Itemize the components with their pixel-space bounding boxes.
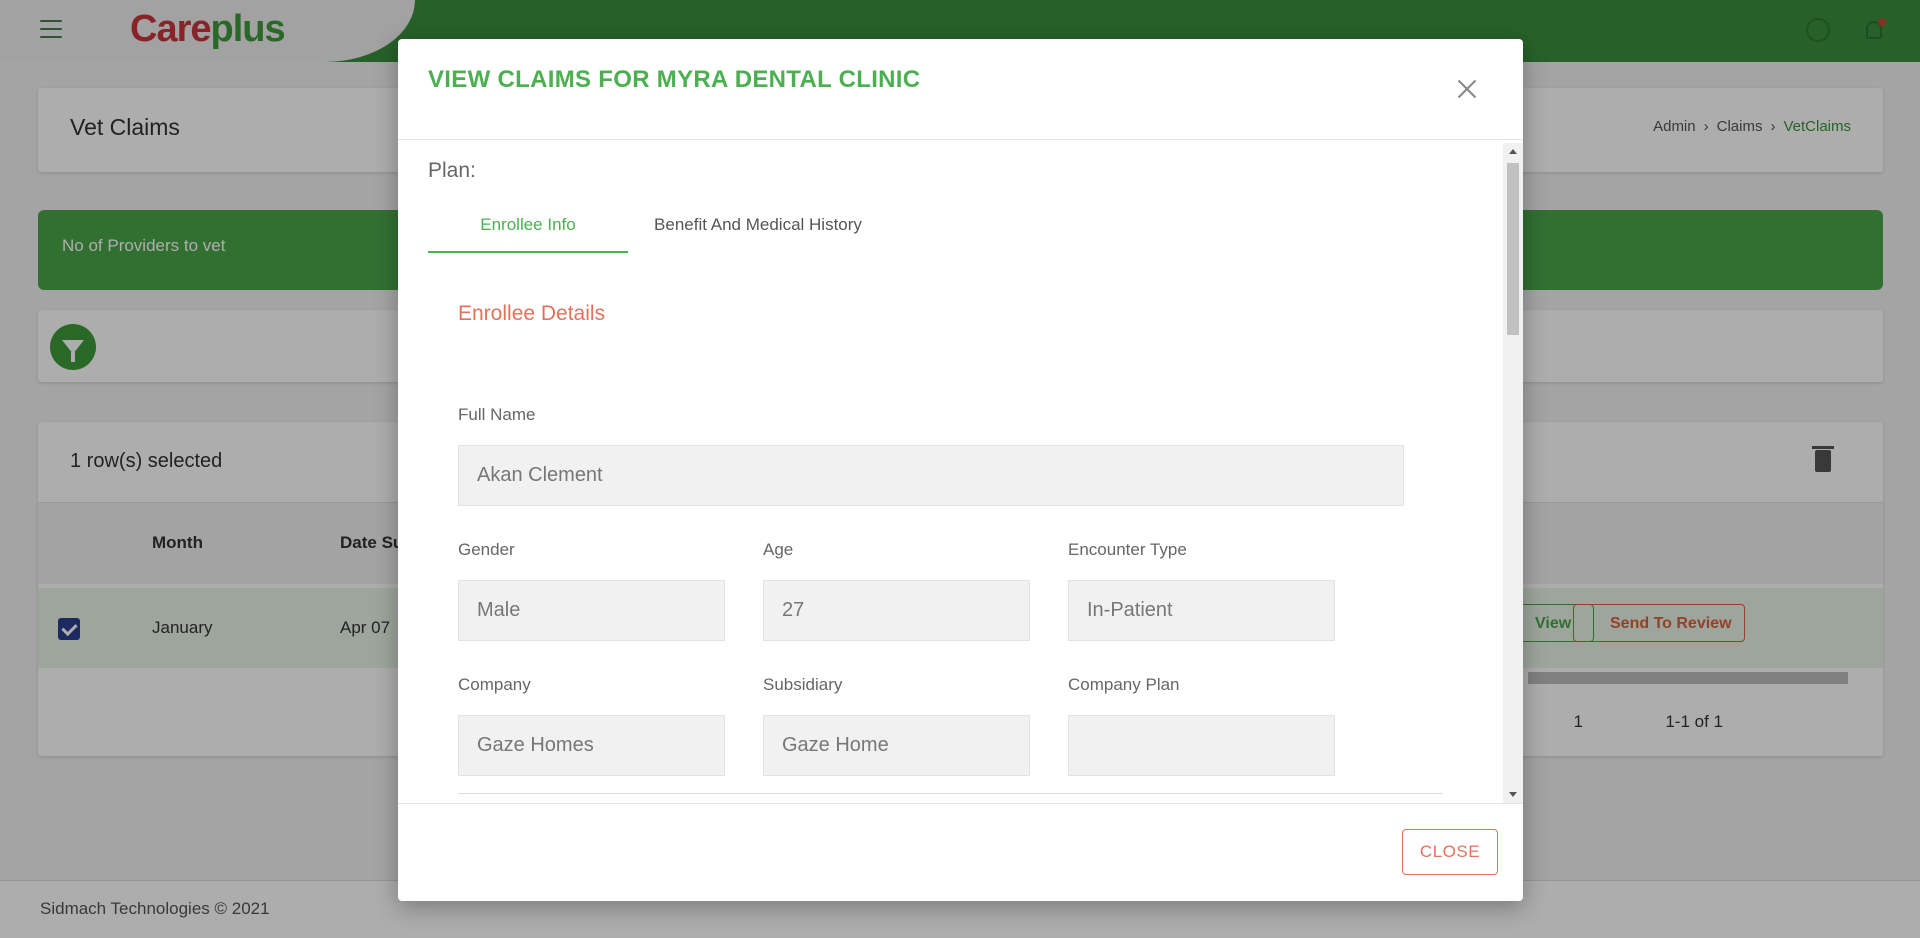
dialog-footer: CLOSE: [398, 803, 1523, 901]
full-name-field[interactable]: Akan Clement: [458, 445, 1404, 506]
company-label: Company: [458, 675, 531, 694]
tab-benefit-medical-history[interactable]: Benefit And Medical History: [628, 199, 888, 253]
company-plan-field[interactable]: [1068, 715, 1335, 776]
dialog-vertical-scrollbar[interactable]: [1503, 143, 1523, 803]
section-divider: [458, 793, 1443, 794]
dialog-header: VIEW CLAIMS FOR MYRA DENTAL CLINIC: [398, 39, 1523, 140]
subsidiary-label: Subsidiary: [763, 675, 843, 694]
scroll-down-icon[interactable]: [1509, 792, 1517, 797]
age-field[interactable]: 27: [763, 580, 1030, 641]
company-plan-label: Company Plan: [1068, 675, 1180, 694]
age-label: Age: [763, 540, 794, 559]
plan-label: Plan:: [428, 159, 476, 182]
full-name-label: Full Name: [458, 405, 536, 424]
tab-enrollee-info[interactable]: Enrollee Info: [428, 199, 628, 253]
section-title-enrollee-details: Enrollee Details: [458, 302, 606, 325]
close-button[interactable]: CLOSE: [1402, 829, 1498, 875]
view-claims-dialog: VIEW CLAIMS FOR MYRA DENTAL CLINIC Plan:…: [398, 39, 1523, 901]
dialog-title: VIEW CLAIMS FOR MYRA DENTAL CLINIC: [428, 66, 921, 93]
close-icon[interactable]: [1455, 77, 1479, 101]
subsidiary-field[interactable]: Gaze Home: [763, 715, 1030, 776]
encounter-type-field[interactable]: In-Patient: [1068, 580, 1335, 641]
encounter-type-label: Encounter Type: [1068, 540, 1187, 559]
gender-field[interactable]: Male: [458, 580, 725, 641]
dialog-tabs: Enrollee Info Benefit And Medical Histor…: [428, 199, 888, 253]
scrollbar-thumb[interactable]: [1507, 163, 1519, 335]
company-field[interactable]: Gaze Homes: [458, 715, 725, 776]
scroll-up-icon[interactable]: [1509, 149, 1517, 154]
dialog-body: Plan: Enrollee Info Benefit And Medical …: [398, 141, 1523, 801]
gender-label: Gender: [458, 540, 515, 559]
